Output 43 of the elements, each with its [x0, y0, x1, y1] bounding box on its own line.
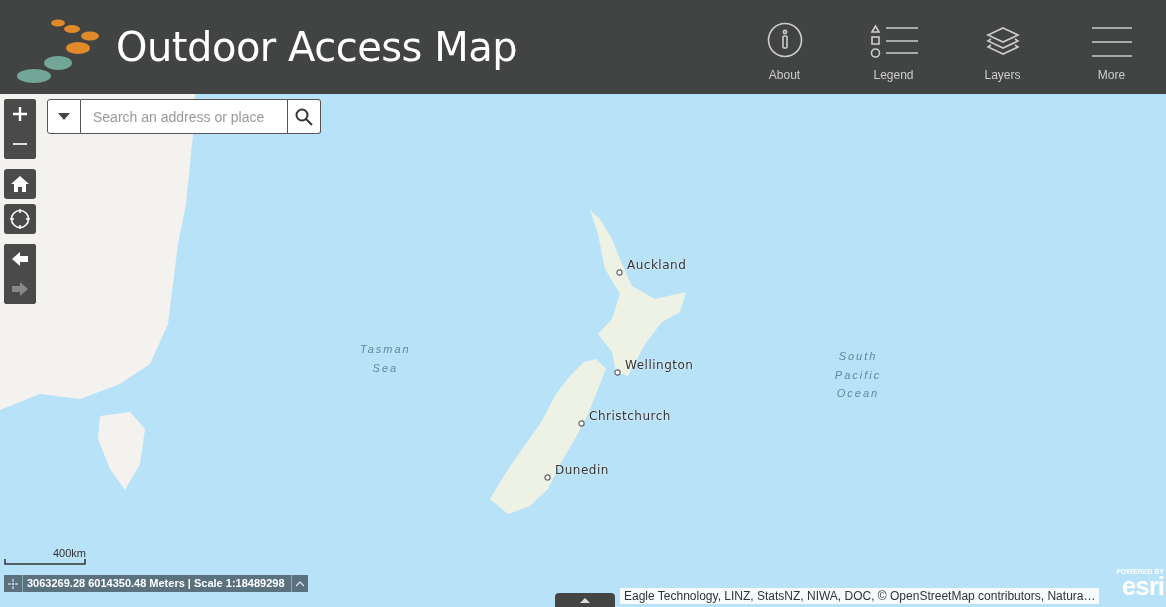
crosshair-icon — [8, 578, 18, 589]
menu-icon — [1090, 26, 1133, 58]
scale-label: 400km — [52, 548, 86, 559]
city-label: Dunedin — [544, 463, 609, 477]
map-canvas[interactable] — [0, 94, 1166, 607]
legend-icon — [869, 24, 918, 58]
caret-icon — [580, 598, 590, 603]
app-title: Outdoor Access Map — [116, 24, 518, 70]
city-marker-icon — [544, 474, 551, 481]
coordinates-text: 3063269.28 6014350.48 Meters | Scale 1:18489298 — [22, 575, 291, 592]
chevron-icon — [294, 580, 305, 587]
city-label: Auckland — [616, 258, 687, 272]
expand-button[interactable] — [290, 575, 308, 592]
city-marker-icon — [616, 269, 623, 276]
layers-icon — [985, 26, 1020, 58]
panel-toggle-button[interactable] — [555, 593, 615, 607]
home-icon — [10, 175, 30, 193]
caret-icon — [58, 113, 70, 120]
home-button[interactable] — [4, 169, 36, 199]
attribution-text: Eagle Technology, LINZ, StatsNZ, NIWA, DOC, © OpenStreetMap contributors, Natura… — [620, 588, 1100, 604]
search-icon — [295, 107, 313, 126]
search-field[interactable]: Search an address or place — [81, 99, 288, 134]
crosshair-icon — [10, 209, 30, 229]
search-source-dropdown[interactable] — [47, 99, 81, 134]
sea-label: South Pacific Ocean — [833, 349, 883, 402]
esri-logo: esri — [1121, 575, 1164, 599]
search-button[interactable] — [288, 99, 321, 134]
city-marker-icon — [614, 369, 621, 376]
more-button[interactable]: More — [1057, 0, 1166, 94]
plus-icon — [12, 106, 28, 122]
city-marker-icon — [578, 420, 585, 427]
city-label: Christchurch — [578, 409, 671, 423]
minus-icon — [12, 142, 28, 146]
about-button[interactable]: About — [730, 0, 839, 94]
locate-button[interactable] — [4, 204, 36, 234]
city-label: Wellington — [614, 358, 694, 372]
arrow-icon — [11, 251, 29, 267]
legend-button[interactable]: Legend — [839, 0, 948, 94]
layers-button[interactable]: Layers — [948, 0, 1057, 94]
arrow-icon — [11, 281, 29, 297]
info-icon — [766, 22, 803, 58]
sea-label: Tasman Sea — [360, 342, 410, 376]
logo-icon — [16, 19, 102, 83]
